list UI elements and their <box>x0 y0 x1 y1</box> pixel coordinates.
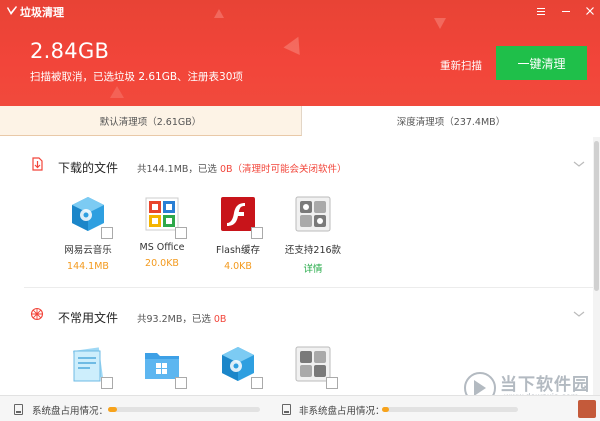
item-checkbox[interactable] <box>101 377 113 389</box>
summary-selected: 0B <box>213 314 227 325</box>
list-item[interactable]: Flash缓存 4.0KB <box>203 195 273 272</box>
decor-triangle <box>110 86 124 98</box>
app-title: 垃圾清理 <box>20 6 64 19</box>
more-apps-icon <box>294 195 332 233</box>
list-item[interactable] <box>203 345 273 389</box>
item-size: 4.0KB <box>224 261 252 272</box>
list-item[interactable]: MS Office 20.0KB <box>127 195 197 269</box>
item-name: 还支持216款 <box>284 245 342 256</box>
rescan-link[interactable]: 重新扫描 <box>440 58 482 73</box>
item-name: Flash缓存 <box>216 245 260 256</box>
item-checkbox[interactable] <box>326 377 338 389</box>
tray-icon <box>578 400 596 418</box>
section-summary: 共93.2MB，已选 0B <box>137 311 226 325</box>
list-item[interactable] <box>127 345 197 389</box>
system-disk-label: 系统盘占用情况： <box>32 406 109 417</box>
flash-icon <box>219 195 263 239</box>
disk-icon <box>282 404 291 415</box>
section-title: 下载的文件 <box>58 161 119 175</box>
cube-icon <box>219 345 263 389</box>
system-disk-meter <box>108 407 260 412</box>
list-item[interactable]: 还支持216款 详情 <box>278 195 348 275</box>
clean-tabs: 默认清理项（2.61GB） 深度清理项（237.4MB） <box>0 106 600 136</box>
tab-default-clean[interactable]: 默认清理项（2.61GB） <box>0 106 302 136</box>
tab-deep-clean[interactable]: 深度清理项（237.4MB） <box>302 106 600 136</box>
decor-triangle <box>214 9 224 18</box>
apps-grid-icon <box>294 345 338 389</box>
chevron-down-icon[interactable] <box>572 309 586 319</box>
summary-total: 共144.1MB，已选 <box>137 164 220 175</box>
other-disk-fill <box>382 407 389 412</box>
scan-status-text: 扫描被取消，已选垃圾 2.61GB、注册表30项 <box>30 71 243 83</box>
disk-icon <box>14 404 23 415</box>
app-logo-icon <box>7 6 17 15</box>
item-size: 20.0KB <box>145 258 179 269</box>
list-item[interactable] <box>278 345 348 389</box>
system-disk-fill <box>108 407 118 412</box>
summary-total: 共93.2MB，已选 <box>137 314 214 325</box>
chevron-down-icon[interactable] <box>572 159 586 169</box>
windows-folder-icon <box>143 345 187 389</box>
details-link[interactable]: 详情 <box>278 261 348 275</box>
item-size: 144.1MB <box>67 261 109 272</box>
section-items <box>0 345 600 395</box>
summary-warning: （清理时可能会关闭软件） <box>232 164 347 175</box>
minimize-icon[interactable] <box>560 5 572 17</box>
gear-flower-icon <box>30 307 44 321</box>
ms-office-icon <box>143 195 187 239</box>
summary-selected: 0B <box>219 164 233 175</box>
decor-triangle <box>283 32 307 56</box>
decor-triangle <box>434 18 446 29</box>
clean-list: 下载的文件 共144.1MB，已选 0B（清理时可能会关闭软件） 网易云音乐 1… <box>0 137 600 395</box>
disk-usage-bar: 系统盘占用情况： 非系统盘占用情况： <box>0 395 600 421</box>
scrollbar-thumb[interactable] <box>594 141 599 291</box>
menu-icon[interactable] <box>535 5 547 17</box>
section-downloaded-files: 下载的文件 共144.1MB，已选 0B（清理时可能会关闭软件） 网易云音乐 1… <box>0 137 600 287</box>
section-title: 不常用文件 <box>58 311 119 325</box>
item-checkbox[interactable] <box>175 227 187 239</box>
close-icon[interactable] <box>584 5 596 17</box>
cloud-music-icon <box>69 195 113 239</box>
section-items: 网易云音乐 144.1MB MS Office 20.0KB Flash缓存 4… <box>0 195 600 285</box>
item-checkbox[interactable] <box>101 227 113 239</box>
list-item[interactable]: 网易云音乐 144.1MB <box>53 195 123 272</box>
list-item[interactable] <box>53 345 123 389</box>
section-infrequent-files: 不常用文件 共93.2MB，已选 0B <box>0 287 600 395</box>
section-summary: 共144.1MB，已选 0B（清理时可能会关闭软件） <box>137 161 347 175</box>
item-checkbox[interactable] <box>251 227 263 239</box>
item-checkbox[interactable] <box>175 377 187 389</box>
download-icon <box>32 157 43 171</box>
vertical-scrollbar[interactable] <box>593 137 600 395</box>
header-panel: 垃圾清理 2.84GB 扫描被取消，已选垃圾 2.61GB、注册表30项 重新扫… <box>0 0 600 106</box>
other-disk-label: 非系统盘占用情况： <box>299 406 385 417</box>
total-junk-size: 2.84GB <box>30 39 110 63</box>
cleaner-window: 垃圾清理 2.84GB 扫描被取消，已选垃圾 2.61GB、注册表30项 重新扫… <box>0 0 600 421</box>
item-checkbox[interactable] <box>251 377 263 389</box>
item-name: 网易云音乐 <box>64 245 112 256</box>
item-name: MS Office <box>139 242 185 253</box>
other-disk-meter <box>382 407 518 412</box>
document-icon <box>69 345 113 389</box>
one-click-clean-button[interactable]: 一键清理 <box>496 46 587 80</box>
